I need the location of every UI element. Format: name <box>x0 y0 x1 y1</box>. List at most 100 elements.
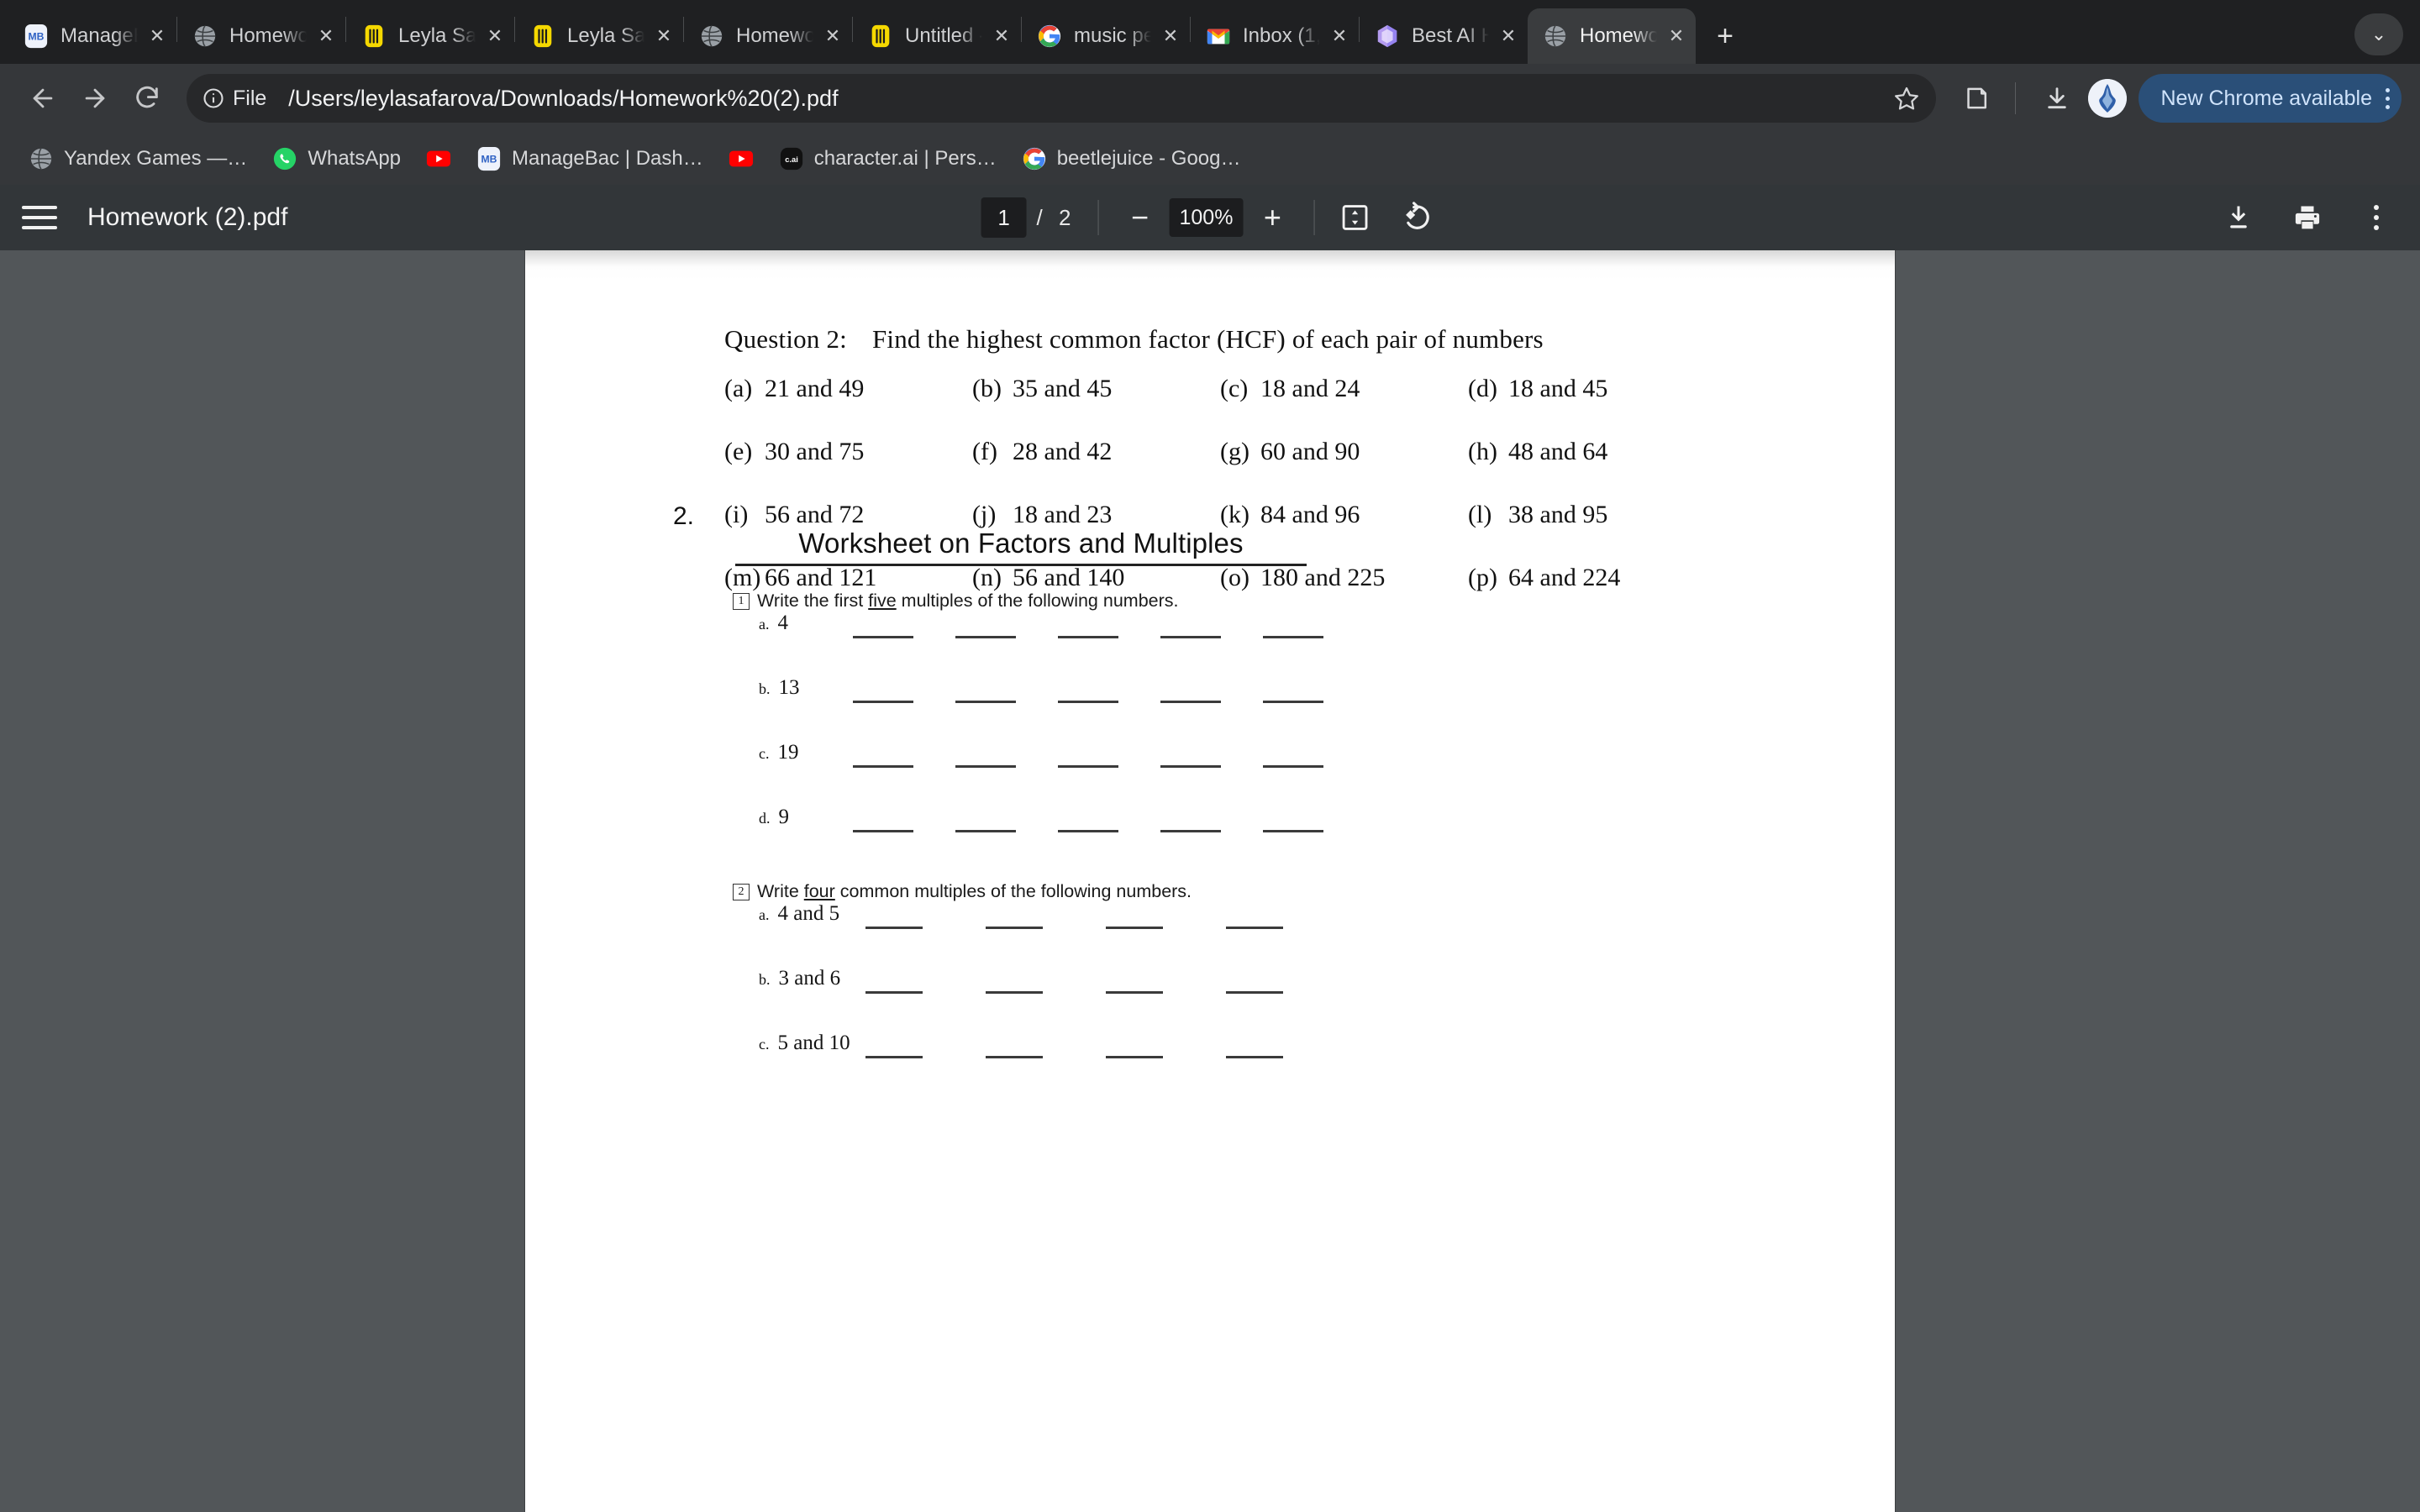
youtube-icon <box>426 146 451 171</box>
svg-text:MB: MB <box>29 31 45 43</box>
close-icon[interactable]: ✕ <box>818 22 847 50</box>
close-icon[interactable]: ✕ <box>650 22 678 50</box>
close-icon[interactable]: ✕ <box>1325 22 1354 50</box>
worksheet-title-and: and <box>1071 528 1134 559</box>
avatar[interactable] <box>2088 79 2128 118</box>
item-letter: (a) <box>724 375 753 402</box>
url-text[interactable]: /Users/leylasafarova/Downloads/Homework%… <box>288 86 1886 112</box>
worksheet-title: Worksheet on Factors and Multiples <box>735 528 1307 566</box>
tab-title: Homework (2).pdf <box>229 24 307 47</box>
browser-tab[interactable]: music period✕ <box>1022 8 1190 64</box>
worksheet-q1-prompt: 1 Write the first five multiples of the … <box>733 591 1179 612</box>
hamburger-menu-icon[interactable] <box>22 196 66 239</box>
fit-page-icon[interactable] <box>1333 196 1376 239</box>
question2-item: (h) 48 and 64 <box>1468 438 1716 466</box>
answer-blank <box>1160 701 1221 703</box>
rotate-icon[interactable] <box>1395 196 1439 239</box>
tab-search-button[interactable]: ⌄ <box>2354 13 2403 55</box>
whatsapp-icon <box>272 146 297 171</box>
forward-icon[interactable] <box>71 74 119 123</box>
item-text: 28 and 42 <box>1013 438 1113 465</box>
close-icon[interactable]: ✕ <box>481 22 509 50</box>
side-panel-icon[interactable] <box>1954 76 2000 121</box>
browser-tab[interactable]: Untitled - Notability✕ <box>853 8 1021 64</box>
item-letter: b. <box>759 971 771 988</box>
pdf-toolbar-right <box>2217 196 2398 239</box>
question2-row: (e) 30 and 75 (f) 28 and 42 (g) 60 and 90 (h) 4… <box>724 438 1716 501</box>
update-label: New Chrome available <box>2160 86 2372 110</box>
item-text: 60 and 90 <box>1260 438 1360 465</box>
pdf-filename: Homework (2).pdf <box>87 203 288 231</box>
bookmark-item[interactable]: WhatsApp <box>262 140 411 177</box>
download-icon[interactable] <box>2034 76 2080 121</box>
answer-blank <box>865 1056 923 1058</box>
section-number: 2. <box>673 502 695 530</box>
item-text: 30 and 75 <box>765 438 865 465</box>
browser-tab[interactable]: MB ManageBac✕ <box>8 8 176 64</box>
answer-blank <box>865 927 923 929</box>
bookmark-label: character.ai | Pers… <box>813 147 997 170</box>
page-total: 2 <box>1059 204 1071 230</box>
browser-tab[interactable]: Best AI Homework✕ <box>1360 8 1528 64</box>
item-value: 3 and 6 <box>778 967 841 990</box>
item-letter: a. <box>759 906 770 923</box>
item-value: 19 <box>777 741 799 764</box>
close-icon[interactable]: ✕ <box>987 22 1016 50</box>
browser-window: MBManageBac✕Homework (2).pdf✕Leyla Safar… <box>0 0 2420 1512</box>
item-letter: a. <box>759 616 770 633</box>
address-bar[interactable]: File /Users/leylasafarova/Downloads/Home… <box>187 74 1937 123</box>
worksheet-item: c. 5 and 10 <box>759 1032 850 1055</box>
bookmark-item[interactable] <box>416 140 461 177</box>
browser-tab[interactable]: Homework (1).pdf✕ <box>684 8 852 64</box>
close-icon[interactable]: ✕ <box>1494 22 1523 50</box>
close-icon[interactable]: ✕ <box>1156 22 1185 50</box>
bookmark-item[interactable]: MB ManageBac | Dash… <box>466 140 713 177</box>
item-letter: (g) <box>1220 438 1249 465</box>
download-icon[interactable] <box>2217 196 2260 239</box>
answer-blank <box>853 701 913 703</box>
browser-tab[interactable]: Homework (2).pdf✕ <box>1528 8 1696 64</box>
question2-item: (o) 180 and 225 <box>1220 564 1468 592</box>
browser-tab[interactable]: Leyla Safarova✕ <box>346 8 514 64</box>
close-icon[interactable]: ✕ <box>312 22 340 50</box>
zoom-in-button[interactable]: + <box>1249 195 1295 240</box>
close-icon[interactable]: ✕ <box>1662 22 1691 50</box>
new-tab-button[interactable]: + <box>1702 13 1748 59</box>
kebab-menu-icon[interactable] <box>2354 196 2398 239</box>
star-icon[interactable] <box>1886 77 1928 119</box>
kebab-menu-icon[interactable] <box>2386 87 2390 109</box>
notability-icon <box>534 24 552 48</box>
tab-title: Untitled - Notability <box>905 24 982 47</box>
browser-tab[interactable]: Inbox (1,328)✕ <box>1191 8 1359 64</box>
page-count-label: / 2 <box>1037 205 1071 231</box>
globe-icon <box>701 25 723 47</box>
item-text: 38 and 95 <box>1508 501 1608 528</box>
reload-icon[interactable] <box>123 74 171 123</box>
zoom-level-value[interactable]: 100% <box>1169 198 1244 237</box>
browser-tab[interactable]: Leyla Safarova✕ <box>515 8 683 64</box>
item-letter: d. <box>759 810 771 827</box>
bookmark-item[interactable]: Yandex Games —… <box>18 140 257 177</box>
bookmark-item[interactable]: c.ai character.ai | Pers… <box>769 140 1007 177</box>
clipped-row-above: (i) 56 and 72 (j) 18 and 23 (k) 84 and 9… <box>724 250 1716 255</box>
notability-icon <box>871 24 890 48</box>
file-scheme-chip[interactable]: File <box>193 79 278 118</box>
browser-tab[interactable]: Homework (2).pdf✕ <box>177 8 345 64</box>
item-letter: (h) <box>1468 438 1497 465</box>
back-icon[interactable] <box>18 74 67 123</box>
bookmark-item[interactable] <box>718 140 764 177</box>
worksheet-title-part1: Worksheet on Factors <box>798 528 1071 559</box>
bookmark-item[interactable]: beetlejuice - Goog… <box>1012 140 1251 177</box>
close-icon[interactable]: ✕ <box>143 22 171 50</box>
tab-title: Best AI Homework <box>1412 24 1489 47</box>
question2-row: (a) 21 and 49 (b) 35 and 45 (c) 18 and 24 (d) 1… <box>724 375 1716 438</box>
tab-title: Homework (1).pdf <box>736 24 813 47</box>
tab-title: Leyla Safarova <box>398 24 476 47</box>
page-number-input[interactable]: 1 <box>981 197 1027 238</box>
pdf-scroll-area[interactable]: (i) 56 and 72 (j) 18 and 23 (k) 84 and 9… <box>0 250 2420 1512</box>
characterai-icon: c.ai <box>779 146 804 171</box>
chrome-update-button[interactable]: New Chrome available <box>2139 74 2402 123</box>
print-icon[interactable] <box>2286 196 2329 239</box>
worksheet-item: a. 4 <box>759 612 788 635</box>
zoom-out-button[interactable]: − <box>1117 195 1162 240</box>
